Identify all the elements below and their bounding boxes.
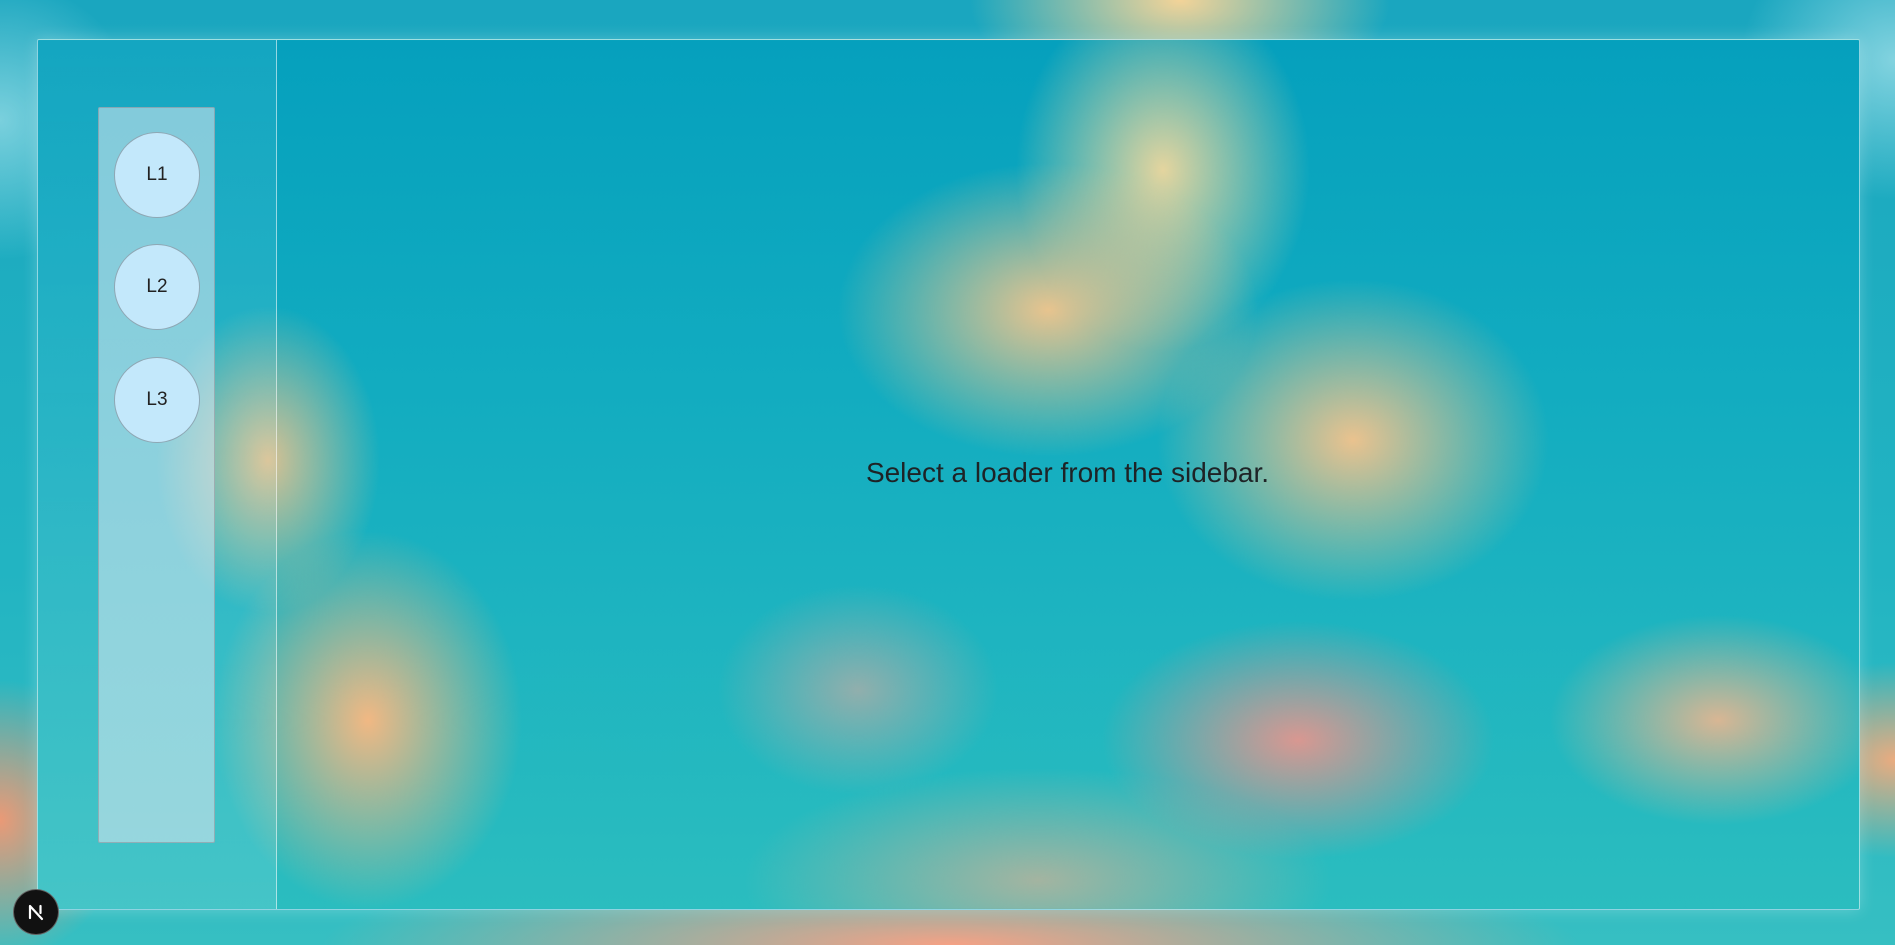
app-panel: L1 L2 L3 Select a loader from the sideba… (37, 39, 1860, 910)
loader-button-l1[interactable]: L1 (114, 132, 200, 218)
empty-state-message: Select a loader from the sidebar. (865, 457, 1270, 488)
loader-sidebar: L1 L2 L3 (98, 107, 215, 843)
loader-button-l2[interactable]: L2 (114, 244, 200, 330)
nextjs-logo-icon[interactable] (13, 889, 59, 935)
loader-button-l3[interactable]: L3 (114, 357, 200, 443)
